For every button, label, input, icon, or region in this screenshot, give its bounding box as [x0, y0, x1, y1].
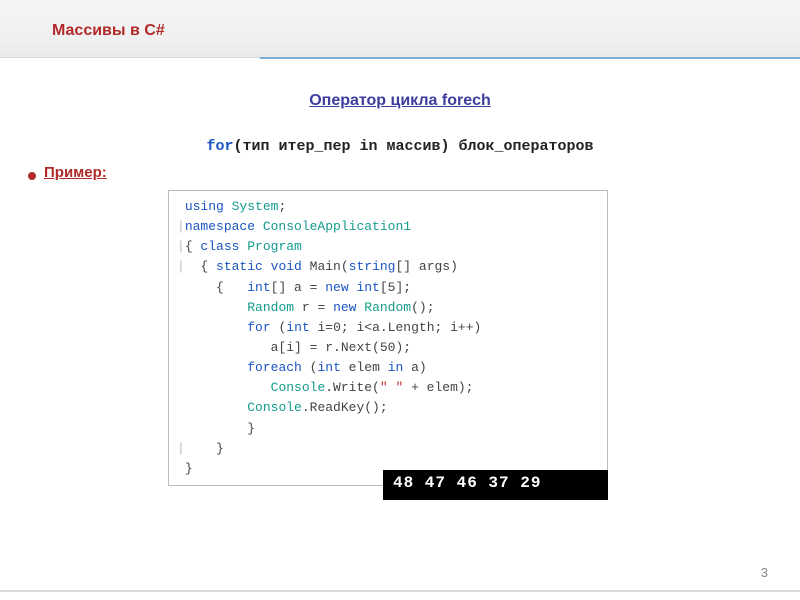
header-band: Массивы в C# — [0, 0, 800, 58]
code-line: | } — [177, 439, 599, 459]
syntax-rest: (тип итер_пер in массив) блок_операторов — [233, 138, 593, 155]
code-line: Console.Write(" " + elem); — [177, 378, 599, 398]
syntax-keyword: for — [206, 138, 233, 155]
code-line: for (int i=0; i<a.Length; i++) — [177, 318, 599, 338]
syntax-line: for(тип итер_пер in массив) блок_операто… — [0, 138, 800, 155]
code-line: } — [177, 419, 599, 439]
code-line: using System; — [177, 197, 599, 217]
console-output: 48 47 46 37 29 — [383, 470, 608, 500]
code-line: { int[] a = new int[5]; — [177, 278, 599, 298]
code-box: using System;|namespace ConsoleApplicati… — [168, 190, 608, 486]
code-line: a[i] = r.Next(50); — [177, 338, 599, 358]
code-line: |namespace ConsoleApplication1 — [177, 217, 599, 237]
code-line: |{ class Program — [177, 237, 599, 257]
bullet-icon — [28, 172, 36, 180]
slide-title: Массивы в C# — [52, 22, 165, 40]
page-number: 3 — [761, 565, 768, 580]
example-label: Пример: — [44, 164, 107, 181]
code-line: | { static void Main(string[] args) — [177, 257, 599, 277]
footer-line — [0, 590, 800, 592]
header-underline — [260, 57, 800, 59]
code-line: Random r = new Random(); — [177, 298, 599, 318]
section-title: Оператор цикла forech — [0, 92, 800, 110]
code-line: foreach (int elem in a) — [177, 358, 599, 378]
code-line: Console.ReadKey(); — [177, 398, 599, 418]
